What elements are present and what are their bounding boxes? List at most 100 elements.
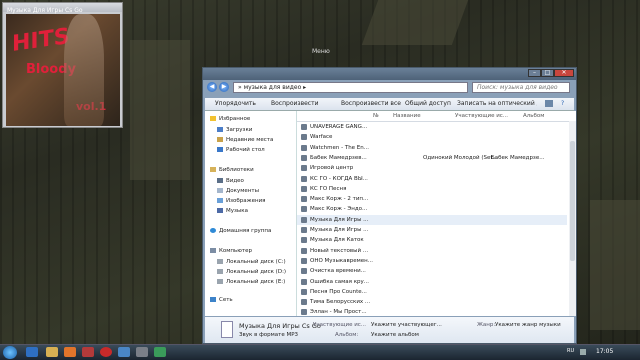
file-row[interactable]: Warface [297,132,567,142]
file-row[interactable]: Песня Про Counte... [297,287,567,297]
start-button[interactable] [3,346,17,359]
network-icon [210,297,216,302]
music-icon [217,208,223,213]
file-icon [301,175,307,182]
file-name: Новый текстовый ... [310,247,369,254]
file-row[interactable]: UNAVERAGE GANG... [297,122,567,132]
file-list: № Название Участвующие ис... Альбом UNAV… [297,111,576,316]
nav-item-video[interactable]: Видео [217,178,244,184]
clock[interactable]: 17:05 [596,348,613,355]
column-header-name[interactable]: Название [393,113,421,119]
nav-item-label: Недавние места [226,137,274,143]
taskbar-record-icon[interactable] [100,347,112,357]
maximize-button[interactable]: □ [541,69,554,77]
drive-icon [217,259,223,264]
language-indicator[interactable]: RU [567,348,574,354]
nav-computer-label: Компьютер [219,248,252,254]
details-album-value[interactable]: Укажите альбом [371,332,419,338]
view-options-icon[interactable] [545,100,553,107]
media-title: Музыка Для Игры Cs Go [7,7,83,14]
file-row[interactable]: Эллан - Мы Прост... [297,307,567,316]
file-name: Макс Корж - Эндо... [310,206,368,213]
nav-computer[interactable]: Компьютер [210,248,252,254]
nav-homegroup-label: Домашняя группа [219,228,272,234]
close-button[interactable]: ✕ [554,69,574,77]
file-row[interactable]: Макс Корж - 2 тип... [297,194,567,204]
file-row[interactable]: КС ГО - КОГДА ВЫ... [297,174,567,184]
file-row[interactable]: Ошибка самая кру... [297,277,567,287]
file-row[interactable]: Новый текстовый ... [297,246,567,256]
forward-button[interactable]: ▶ [219,82,229,92]
documents-icon [217,188,223,193]
file-icon [301,144,307,151]
nav-favorites[interactable]: Избранное [210,116,250,122]
minimize-button[interactable]: – [528,69,541,77]
window-titlebar[interactable]: – □ ✕ [203,68,576,80]
details-pane: Музыка Для Игры Cs Go Звук в формате MP3… [205,317,574,343]
album-art-figure [64,14,104,126]
help-icon[interactable]: ? [561,100,564,107]
file-row[interactable]: ОНО Музыкавремен... [297,256,567,266]
taskbar-app-icon[interactable] [82,347,94,357]
speaker-icon[interactable] [580,349,586,355]
file-row[interactable]: Игровой центр [297,163,567,173]
desktop-wood-plank [130,40,190,180]
nav-drive-e[interactable]: Локальный диск (E:) [217,279,285,285]
column-header-number[interactable]: № [373,113,379,119]
file-row[interactable]: Бабек Мамедрзев... Одинокий Молодой (Sef.… [297,153,567,163]
folder-icon [217,127,223,132]
file-row[interactable]: Музыка Для Каток [297,235,567,245]
nav-drive-d[interactable]: Локальный диск (D:) [217,269,286,275]
column-header-artists[interactable]: Участвующие ис... [455,113,508,119]
nav-item-pictures[interactable]: Изображения [217,198,265,204]
nav-item-label: Загрузки [226,127,253,133]
column-header-album[interactable]: Альбом [523,113,544,119]
details-genre-label: Жанр: [477,322,496,328]
file-row[interactable]: Очистка времени... [297,266,567,276]
burn-button[interactable]: Записать на оптический диск [457,100,537,107]
explorer-window[interactable]: – □ ✕ ◀ ▶ » музыка для видео ▸ Поиск: му… [202,67,577,344]
nav-item-music[interactable]: Музыка [217,208,248,214]
play-all-button[interactable]: Воспроизвести все [341,100,401,107]
nav-drive-c[interactable]: Локальный диск (C:) [217,259,286,265]
address-path: музыка для видео [243,84,302,91]
play-button[interactable]: Воспроизвести [271,100,319,107]
address-bar[interactable]: » музыка для видео ▸ [233,82,468,93]
file-name: Музыка Для Игры ... [310,216,369,223]
nav-libraries[interactable]: Библиотеки [210,167,254,173]
nav-item-desktop[interactable]: Рабочий стол [217,147,265,153]
nav-network[interactable]: Сеть [210,297,233,303]
media-player-widget[interactable]: HITS Bloody vol.1 Музыка Для Игры Cs Go [2,2,123,128]
file-icon [301,309,307,316]
taskbar-explorer-icon[interactable] [46,347,58,357]
taskbar-ie-icon[interactable] [26,347,38,357]
details-artist-value[interactable]: Укажите участвующег... [371,322,442,328]
taskbar-media-player-icon[interactable] [64,347,76,357]
file-icon [301,165,307,172]
details-file-name: Музыка Для Игры Cs Go [239,322,321,330]
file-row[interactable]: Макс Корж - Эндо... [297,204,567,214]
nav-item-documents[interactable]: Документы [217,188,259,194]
file-icon [301,154,307,161]
taskbar-app-icon[interactable] [154,347,166,357]
taskbar-app-icon[interactable] [118,347,130,357]
scrollbar-thumb[interactable] [570,141,575,261]
nav-homegroup[interactable]: Домашняя группа [210,228,271,234]
nav-item-downloads[interactable]: Загрузки [217,127,252,133]
file-icon [301,237,307,244]
back-button[interactable]: ◀ [207,82,217,92]
file-row[interactable]: Watchmen - The En... [297,143,567,153]
search-input[interactable]: Поиск: музыка для видео [472,82,570,93]
organize-button[interactable]: Упорядочить [215,100,256,107]
share-button[interactable]: Общий доступ [405,100,451,107]
file-row[interactable]: Музыка Для Игры ... [297,214,567,225]
nav-item-recent[interactable]: Недавние места [217,137,273,143]
file-row[interactable]: Тима Белорусских ... [297,297,567,307]
file-row[interactable]: КС ГО Песня [297,184,567,194]
file-name: Игровой центр [310,165,354,172]
file-row[interactable]: Музыка Для Игры ... [297,225,567,235]
file-album: Бабек Мамедрзе... [491,154,545,161]
taskbar-app-icon[interactable] [136,347,148,357]
details-genre-value[interactable]: Укажите жанр музыки [495,322,561,328]
vertical-scrollbar[interactable] [569,121,576,316]
